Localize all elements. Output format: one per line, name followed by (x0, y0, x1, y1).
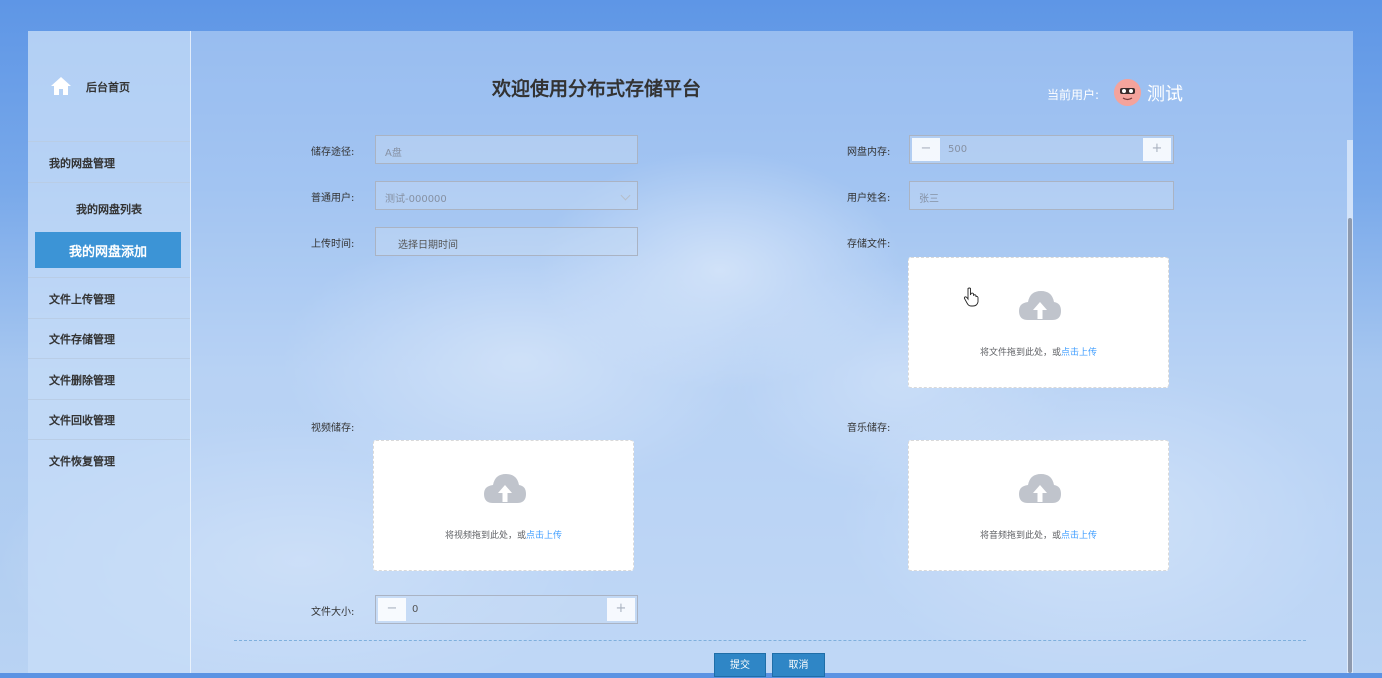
user-realname-input[interactable]: 张三 (909, 181, 1174, 210)
music-upload[interactable]: 将音频拖到此处，或点击上传 (908, 440, 1169, 571)
sidebar-subitem-label: 我的网盘添加 (68, 245, 147, 260)
submit-button[interactable]: 提交 (714, 653, 766, 677)
storage-path-value: A盘 (385, 148, 402, 159)
increment-button[interactable]: + (607, 598, 635, 621)
normal-user-value: 测试-000000 (385, 194, 447, 205)
sidebar-item-label: 文件删除管理 (49, 374, 115, 387)
video-upload[interactable]: 将视频拖到此处，或点击上传 (373, 440, 634, 571)
decrement-button[interactable]: − (378, 598, 406, 621)
upload-time-placeholder: 选择日期时间 (398, 240, 458, 251)
sidebar-item-label: 文件存储管理 (49, 333, 115, 346)
increment-button[interactable]: + (1143, 138, 1171, 161)
sidebar-home[interactable]: 后台首页 (28, 31, 190, 142)
user-name[interactable]: 测试 (1147, 80, 1183, 106)
video-storage-label: 视频储存: (311, 423, 355, 434)
upload-cloud-icon (1019, 291, 1061, 320)
user-realname-label: 用户姓名: (847, 193, 891, 204)
sidebar-item-label: 我的网盘管理 (49, 157, 115, 170)
upload-cloud-icon (484, 474, 526, 503)
sidebar: 后台首页 我的网盘管理 我的网盘列表 我的网盘添加 文件上传管理 文件存储管理 … (28, 31, 191, 673)
click-upload-link[interactable]: 点击上传 (1061, 348, 1097, 358)
sidebar-item-label: 文件上传管理 (49, 293, 115, 306)
file-size-value: 0 (412, 604, 419, 615)
disk-memory-value: 500 (948, 144, 968, 155)
upload-time-label: 上传时间: (311, 239, 355, 250)
click-upload-link[interactable]: 点击上传 (526, 531, 562, 541)
home-icon (51, 77, 71, 95)
user-realname-value: 张三 (919, 194, 939, 205)
chevron-down-icon (620, 190, 631, 201)
storage-file-upload[interactable]: 将文件拖到此处，或点击上传 (908, 257, 1169, 388)
cancel-button[interactable]: 取消 (772, 653, 825, 677)
storage-path-label: 储存途径: (311, 147, 355, 158)
sidebar-item-restore-manage[interactable]: 文件恢复管理 (28, 440, 190, 480)
home-label: 后台首页 (86, 81, 130, 94)
sidebar-item-storage-manage[interactable]: 文件存储管理 (28, 318, 190, 359)
storage-path-input[interactable]: A盘 (375, 135, 638, 164)
avatar[interactable] (1114, 79, 1141, 106)
scrollbar-thumb[interactable] (1348, 218, 1352, 673)
sidebar-subitem-label: 我的网盘列表 (76, 203, 142, 216)
storage-file-label: 存储文件: (847, 239, 891, 250)
hand-cursor-icon (963, 287, 979, 307)
page-title: 欢迎使用分布式存储平台 (492, 78, 702, 100)
sidebar-subitem-disk-add[interactable]: 我的网盘添加 (35, 232, 181, 268)
disk-memory-label: 网盘内存: (847, 147, 891, 158)
current-user-label: 当前用户: (1047, 88, 1100, 102)
normal-user-label: 普通用户: (311, 193, 355, 204)
sidebar-item-disk-manage[interactable]: 我的网盘管理 (28, 142, 190, 183)
music-storage-label: 音乐储存: (847, 423, 891, 434)
upload-time-picker[interactable]: 选择日期时间 (375, 227, 638, 256)
sidebar-item-label: 文件回收管理 (49, 414, 115, 427)
sidebar-item-upload-manage[interactable]: 文件上传管理 (28, 277, 190, 319)
file-size-stepper[interactable]: − 0 + (375, 595, 638, 624)
form-divider (234, 640, 1306, 641)
normal-user-select[interactable]: 测试-000000 (375, 181, 638, 210)
upload-hint: 将音频拖到此处，或点击上传 (979, 531, 1098, 541)
sidebar-item-delete-manage[interactable]: 文件删除管理 (28, 359, 190, 400)
disk-memory-stepper[interactable]: − 500 + (909, 135, 1174, 164)
sidebar-item-label: 文件恢复管理 (49, 455, 115, 468)
click-upload-link[interactable]: 点击上传 (1061, 531, 1097, 541)
sidebar-subitem-disk-list[interactable]: 我的网盘列表 (28, 188, 190, 228)
sidebar-item-recycle-manage[interactable]: 文件回收管理 (28, 399, 190, 440)
file-size-label: 文件大小: (311, 607, 355, 618)
upload-hint: 将视频拖到此处，或点击上传 (444, 531, 563, 541)
decrement-button[interactable]: − (912, 138, 940, 161)
upload-cloud-icon (1019, 474, 1061, 503)
upload-hint: 将文件拖到此处，或点击上传 (979, 348, 1098, 358)
